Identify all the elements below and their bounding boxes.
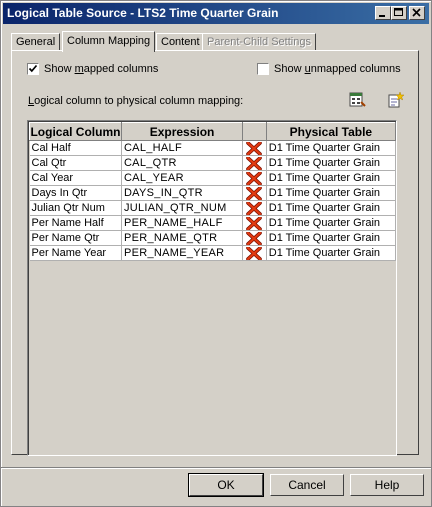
table-row[interactable]: Per Name Qtr PER_NAME_QTR D1 Time Quarter … xyxy=(29,230,397,246)
close-icon xyxy=(412,8,421,17)
tab-label: Column Mapping xyxy=(67,35,151,47)
dialog-window: Logical Table Source - LTS2 Time Quarter… xyxy=(0,0,432,507)
physical-table-cell[interactable]: D1 Time Quarter Grain xyxy=(266,245,397,261)
delete-cell[interactable] xyxy=(242,155,267,171)
logical-column-cell[interactable]: Julian Qtr Num xyxy=(29,200,122,216)
expression-cell[interactable]: PER_NAME_QTR xyxy=(121,230,244,246)
header-delete xyxy=(242,122,267,141)
logical-column-cell[interactable]: Days In Qtr xyxy=(29,185,122,201)
logical-column-cell[interactable]: Cal Qtr xyxy=(29,155,122,171)
title-bar[interactable]: Logical Table Source - LTS2 Time Quarter… xyxy=(3,3,429,24)
physical-table-cell[interactable]: D1 Time Quarter Grain xyxy=(266,155,397,171)
table-row[interactable]: Julian Qtr Num JULIAN_QTR_NUM D1 Time Quar… xyxy=(29,200,397,216)
delete-cell[interactable] xyxy=(242,200,267,216)
tab-column-mapping[interactable]: Column Mapping xyxy=(62,31,156,52)
minimize-icon xyxy=(379,15,385,17)
header-expression[interactable]: Expression xyxy=(120,122,244,141)
tab-label: General xyxy=(16,36,56,48)
cancel-button[interactable]: Cancel xyxy=(270,474,344,496)
maximize-icon xyxy=(394,8,403,16)
table-row[interactable]: Per Name Year PER_NAME_YEAR D1 Time Quarte… xyxy=(29,245,397,261)
expression-cell[interactable]: JULIAN_QTR_NUM xyxy=(121,200,244,216)
expression-cell[interactable]: CAL_YEAR xyxy=(121,170,244,186)
window-title: Logical Table Source - LTS2 Time Quarter… xyxy=(7,6,279,20)
show-unmapped-checkbox[interactable] xyxy=(257,63,269,75)
tab-general[interactable]: General xyxy=(11,33,61,50)
show-mapped-label[interactable]: Show mapped columns xyxy=(44,63,158,75)
delete-x-icon[interactable] xyxy=(246,200,263,215)
physical-table-cell[interactable]: D1 Time Quarter Grain xyxy=(266,140,397,156)
mapping-table: Logical Column Expression Physical Table… xyxy=(29,122,397,261)
table-row[interactable]: Cal Half CAL_HALF D1 Time Quarter Grain xyxy=(29,140,397,156)
expression-builder-icon xyxy=(349,92,366,107)
table-header-row: Logical Column Expression Physical Table xyxy=(29,122,397,141)
table-row[interactable]: Days In Qtr DAYS_IN_QTR D1 Time Quarter Gr… xyxy=(29,185,397,201)
mapping-table-container: Logical Column Expression Physical Table… xyxy=(27,120,397,456)
expression-cell[interactable]: PER_NAME_HALF xyxy=(121,215,244,231)
minimize-button[interactable] xyxy=(375,6,391,20)
logical-column-cell[interactable]: Per Name Qtr xyxy=(29,230,122,246)
new-mapping-button[interactable] xyxy=(387,91,405,109)
delete-x-icon[interactable] xyxy=(246,230,263,245)
new-mapping-icon xyxy=(388,91,405,108)
expression-cell[interactable]: DAYS_IN_QTR xyxy=(121,185,244,201)
delete-cell[interactable] xyxy=(242,245,267,261)
ok-button[interactable]: OK xyxy=(188,473,264,497)
physical-table-cell[interactable]: D1 Time Quarter Grain xyxy=(266,230,397,246)
delete-cell[interactable] xyxy=(242,230,267,246)
tab-content[interactable]: Content xyxy=(156,33,205,50)
physical-table-cell[interactable]: D1 Time Quarter Grain xyxy=(266,185,397,201)
table-row[interactable]: Per Name Half PER_NAME_HALF D1 Time Quarte… xyxy=(29,215,397,231)
tab-parent-child-settings: Parent-Child Settings xyxy=(202,33,316,50)
expression-cell[interactable]: CAL_QTR xyxy=(121,155,244,171)
expression-cell[interactable]: PER_NAME_YEAR xyxy=(121,245,244,261)
checkmark-icon xyxy=(28,64,38,73)
logical-column-cell[interactable]: Cal Half xyxy=(29,140,122,156)
help-button[interactable]: Help xyxy=(350,474,424,496)
delete-x-icon[interactable] xyxy=(246,215,263,230)
delete-x-icon[interactable] xyxy=(246,185,263,200)
delete-x-icon[interactable] xyxy=(246,140,263,155)
expression-builder-button[interactable] xyxy=(349,91,367,109)
delete-x-icon[interactable] xyxy=(246,245,263,260)
show-unmapped-label[interactable]: Show unmapped columns xyxy=(274,63,401,75)
logical-column-cell[interactable]: Per Name Year xyxy=(29,245,122,261)
delete-x-icon[interactable] xyxy=(246,155,263,170)
table-row[interactable]: Cal Qtr CAL_QTR D1 Time Quarter Grain xyxy=(29,155,397,171)
close-button[interactable] xyxy=(409,6,425,20)
physical-table-cell[interactable]: D1 Time Quarter Grain xyxy=(266,215,397,231)
button-separator xyxy=(1,467,431,469)
maximize-button[interactable] xyxy=(391,6,407,20)
logical-column-cell[interactable]: Per Name Half xyxy=(29,215,122,231)
physical-table-cell[interactable]: D1 Time Quarter Grain xyxy=(266,170,397,186)
delete-cell[interactable] xyxy=(242,215,267,231)
header-logical-column[interactable]: Logical Column xyxy=(29,122,122,141)
show-mapped-checkbox[interactable] xyxy=(27,63,39,75)
delete-cell[interactable] xyxy=(242,170,267,186)
tab-label: Parent-Child Settings xyxy=(207,36,311,48)
physical-table-cell[interactable]: D1 Time Quarter Grain xyxy=(266,200,397,216)
delete-cell[interactable] xyxy=(242,140,267,156)
delete-cell[interactable] xyxy=(242,185,267,201)
mapping-label: Logical column to physical column mappin… xyxy=(28,95,244,107)
tab-label: Content xyxy=(161,36,200,48)
logical-column-cell[interactable]: Cal Year xyxy=(29,170,122,186)
expression-cell[interactable]: CAL_HALF xyxy=(121,140,244,156)
delete-x-icon[interactable] xyxy=(246,170,263,185)
header-physical-table[interactable]: Physical Table xyxy=(265,122,397,141)
table-row[interactable]: Cal Year CAL_YEAR D1 Time Quarter Grain xyxy=(29,170,397,186)
